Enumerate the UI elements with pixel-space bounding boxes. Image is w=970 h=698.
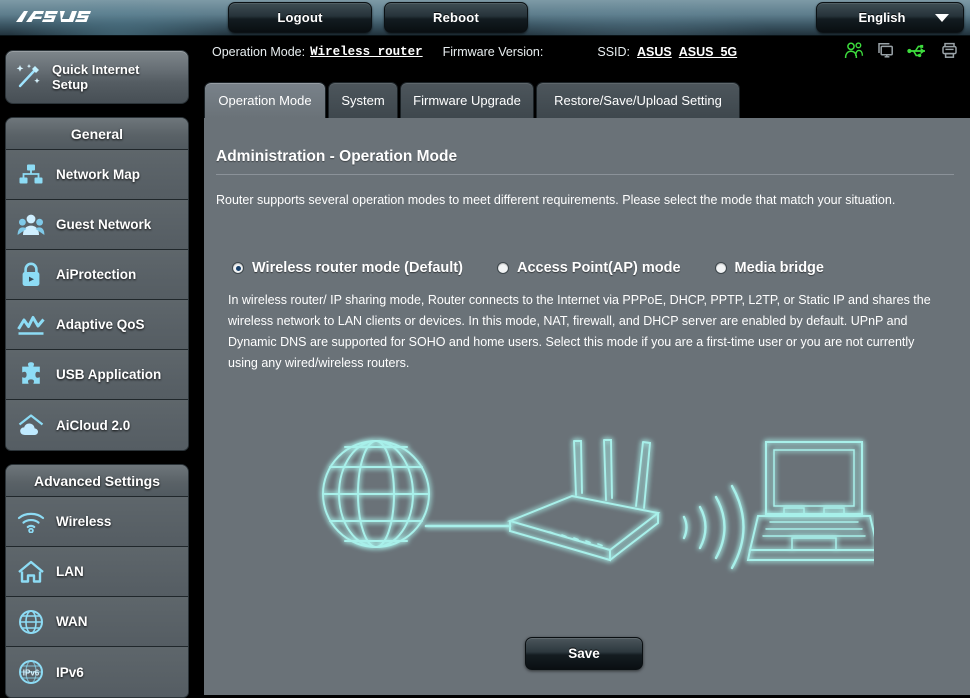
cloud-house-icon: [6, 413, 56, 437]
mode-description-text: In wireless router/ IP sharing mode, Rou…: [228, 290, 944, 374]
wireless-router-topology-diagram: [314, 428, 874, 578]
sidebar-group-general: General Network Map: [5, 117, 189, 451]
sidebar-item-usb-application[interactable]: USB Application: [6, 350, 188, 400]
magic-wand-icon: [6, 62, 52, 92]
logout-button[interactable]: Logout: [228, 2, 372, 33]
sidebar-item-network-map[interactable]: Network Map: [6, 150, 188, 200]
guest-users-icon[interactable]: [844, 42, 864, 59]
radio-label: Wireless router mode (Default): [252, 260, 463, 276]
house-icon: [6, 560, 56, 584]
page-title: Administration - Operation Mode: [216, 148, 457, 166]
asus-logo: [14, 7, 102, 29]
sidebar-item-label: LAN: [56, 564, 84, 579]
radio-media-bridge-mode[interactable]: Media bridge: [715, 260, 824, 276]
page-intro-text: Router supports several operation modes …: [216, 192, 951, 209]
sidebar: Quick Internet Setup General Network Map: [0, 46, 194, 695]
globe-icon: [323, 441, 429, 547]
sidebar-item-label: IPv6: [56, 665, 84, 680]
sidebar-item-label: Network Map: [56, 167, 140, 182]
radio-label: Media bridge: [735, 260, 824, 276]
clients-monitor-icon[interactable]: [876, 42, 895, 59]
sidebar-item-aicloud[interactable]: AiCloud 2.0: [6, 400, 188, 450]
radio-indicator: [715, 262, 727, 274]
sidebar-item-label: WAN: [56, 614, 88, 629]
radio-indicator: [232, 262, 244, 274]
tab-operation-mode[interactable]: Operation Mode: [204, 82, 326, 118]
router-admin-page: Logout Reboot English Operation Mode: Wi…: [0, 0, 970, 695]
radio-label: Access Point(AP) mode: [517, 260, 681, 276]
svg-text:IPv6: IPv6: [23, 668, 40, 677]
sidebar-item-wan[interactable]: WAN: [6, 597, 188, 647]
sidebar-group-advanced-settings: Advanced Settings Wireless: [5, 464, 189, 698]
sidebar-item-quick-internet-setup[interactable]: Quick Internet Setup: [5, 50, 189, 104]
language-selector[interactable]: English: [816, 2, 964, 33]
tab-system[interactable]: System: [328, 82, 398, 118]
radio-indicator: [497, 262, 509, 274]
ssid-link-24g[interactable]: ASUS: [637, 45, 672, 59]
lock-shield-icon: [6, 262, 56, 288]
tab-restore-save-upload[interactable]: Restore/Save/Upload Setting: [536, 82, 740, 118]
radio-access-point-mode[interactable]: Access Point(AP) mode: [497, 260, 681, 276]
sidebar-item-ipv6[interactable]: IPv6 IPv6: [6, 647, 188, 697]
sidebar-item-label: AiProtection: [56, 267, 136, 282]
printer-icon[interactable]: [941, 42, 958, 59]
sidebar-item-label: Adaptive QoS: [56, 317, 145, 332]
language-selector-value: English: [817, 10, 935, 25]
sidebar-item-guest-network[interactable]: Guest Network: [6, 200, 188, 250]
sidebar-item-lan[interactable]: LAN: [6, 547, 188, 597]
operation-mode-label: Operation Mode:: [212, 45, 305, 59]
sidebar-group-title: General: [6, 118, 188, 150]
status-icon-tray: [844, 42, 958, 59]
tab-firmware-upgrade[interactable]: Firmware Upgrade: [400, 82, 534, 118]
top-header-bar: Logout Reboot English: [0, 0, 970, 36]
network-map-icon: [6, 163, 56, 187]
content-panel: Administration - Operation Mode Router s…: [204, 118, 970, 695]
guest-network-icon: [6, 213, 56, 237]
ssid-label: SSID:: [597, 45, 630, 59]
sidebar-item-label: AiCloud 2.0: [56, 418, 130, 433]
sidebar-item-label: Quick Internet Setup: [52, 62, 162, 92]
operation-mode-radio-group: Wireless router mode (Default) Access Po…: [232, 260, 952, 276]
qos-chart-icon: [6, 313, 56, 337]
chevron-down-icon: [935, 14, 949, 22]
sidebar-item-aiprotection[interactable]: AiProtection: [6, 250, 188, 300]
sidebar-item-label: USB Application: [56, 367, 161, 382]
reboot-button[interactable]: Reboot: [384, 2, 528, 33]
operation-mode-link[interactable]: Wireless router: [310, 45, 423, 59]
title-divider: [216, 174, 954, 175]
usb-icon[interactable]: [907, 43, 929, 59]
puzzle-icon: [6, 362, 56, 388]
sidebar-item-wireless[interactable]: Wireless: [6, 497, 188, 547]
ssid-link-5g[interactable]: ASUS_5G: [679, 45, 737, 59]
sidebar-content-gap: [194, 46, 204, 695]
ipv6-globe-icon: IPv6: [6, 659, 56, 685]
save-button[interactable]: Save: [525, 637, 643, 670]
wifi-icon: [6, 511, 56, 533]
firmware-version-label: Firmware Version:: [443, 45, 544, 59]
wifi-waves-icon: [684, 486, 744, 568]
sidebar-item-adaptive-qos[interactable]: Adaptive QoS: [6, 300, 188, 350]
sidebar-item-label: Wireless: [56, 514, 111, 529]
tab-bar: Operation Mode System Firmware Upgrade R…: [204, 82, 970, 118]
sidebar-group-title: Advanced Settings: [6, 465, 188, 497]
radio-wireless-router-mode[interactable]: Wireless router mode (Default): [232, 260, 463, 276]
globe-icon: [6, 609, 56, 635]
router-icon: [510, 440, 658, 560]
sidebar-item-label: Guest Network: [56, 217, 151, 232]
laptop-icon: [748, 442, 874, 560]
